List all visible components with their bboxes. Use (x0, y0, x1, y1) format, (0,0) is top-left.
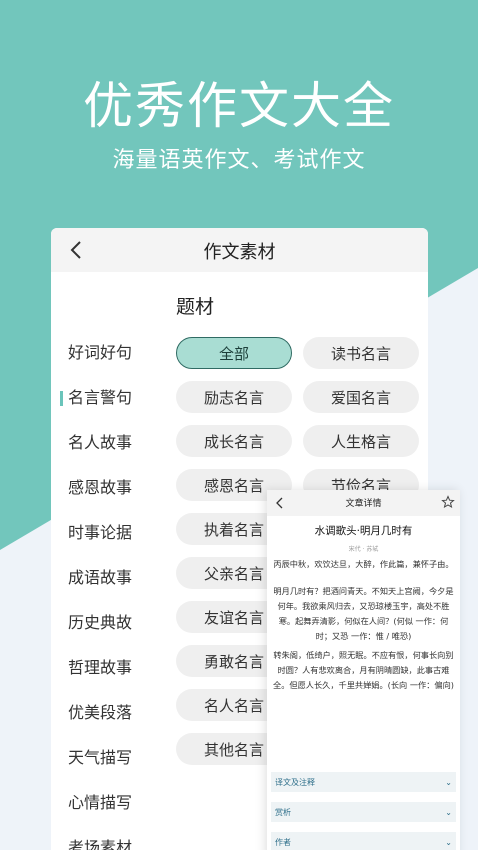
card-title: 作文素材 (203, 242, 276, 263)
poem-stanza-2: 转朱阁，低绮户，照无眠。不应有恨，何事长向别时圆？人有悲欢离合，月有阴晴圆缺，此… (273, 650, 454, 690)
accordion-appreciation[interactable]: 赏析 ⌄ (271, 802, 456, 822)
sidebar-item-exam-material[interactable]: 考场素材 (51, 833, 161, 850)
poem-title: 水调歌头·明月几时有 (314, 525, 413, 537)
poem-stanza-1: 明月几时有？把酒问青天。不知天上宫阙，今夕是何年。我欲乘风归去，又恐琼楼玉宇，高… (273, 586, 454, 641)
chip-inspirational-quotes[interactable]: 励志名言 (176, 381, 292, 413)
article-detail-panel: 文章详情 水调歌头·明月几时有 宋代 · 苏轼 丙辰中秋，欢饮达旦，大醉，作此篇… (267, 490, 460, 850)
chip-patriotic-quotes[interactable]: 爱国名言 (303, 381, 419, 413)
sidebar-item-gratitude-stories[interactable]: 感恩故事 (51, 473, 161, 518)
hero-subtitle: 海量语英作文、考试作文 (112, 148, 366, 173)
chevron-down-icon: ⌄ (445, 837, 452, 847)
sidebar-item-philosophy-stories[interactable]: 哲理故事 (51, 653, 161, 698)
chip-growth-quotes[interactable]: 成长名言 (176, 425, 292, 457)
star-outline-icon[interactable] (441, 495, 455, 509)
sidebar-item-celebrity-stories[interactable]: 名人故事 (51, 428, 161, 473)
sidebar-item-idiom-stories[interactable]: 成语故事 (51, 563, 161, 608)
sidebar-item-beautiful-paragraphs[interactable]: 优美段落 (51, 698, 161, 743)
hero-title: 优秀作文大全 (83, 77, 395, 135)
sidebar-item-historical-allusions[interactable]: 历史典故 (51, 608, 161, 653)
popup-header: 文章详情 (267, 490, 460, 516)
accordion-author[interactable]: 作者 ⌄ (271, 832, 456, 850)
section-title: 题材 (176, 296, 215, 318)
accordion-label: 赏析 (275, 807, 291, 817)
sidebar-item-mood-description[interactable]: 心情描写 (51, 788, 161, 833)
chevron-down-icon: ⌄ (445, 807, 452, 817)
card-header: 作文素材 (51, 228, 428, 272)
accordion-label: 作者 (275, 837, 291, 847)
poem-author: 宋代 · 苏轼 (348, 546, 379, 553)
accordion-label: 译文及注释 (275, 777, 315, 787)
sidebar-item-weather-description[interactable]: 天气描写 (51, 743, 161, 788)
popup-title: 文章详情 (345, 499, 382, 509)
chip-life-mottos[interactable]: 人生格言 (303, 425, 419, 457)
sidebar-item-famous-quotes[interactable]: 名言警句 (51, 383, 161, 428)
accordion-translation[interactable]: 译文及注释 ⌄ (271, 772, 456, 792)
sidebar-item-current-affairs[interactable]: 时事论据 (51, 518, 161, 563)
poem-preface: 丙辰中秋，欢饮达旦，大醉，作此篇，兼怀子由。 (273, 559, 454, 569)
sidebar: 好词好句 名言警句 名人故事 感恩故事 时事论据 成语故事 历史典故 哲理故事 … (51, 338, 161, 850)
chevron-down-icon: ⌄ (445, 777, 452, 787)
chip-reading-quotes[interactable]: 读书名言 (303, 337, 419, 369)
sidebar-item-good-words[interactable]: 好词好句 (51, 338, 161, 383)
chip-all[interactable]: 全部 (176, 337, 292, 369)
